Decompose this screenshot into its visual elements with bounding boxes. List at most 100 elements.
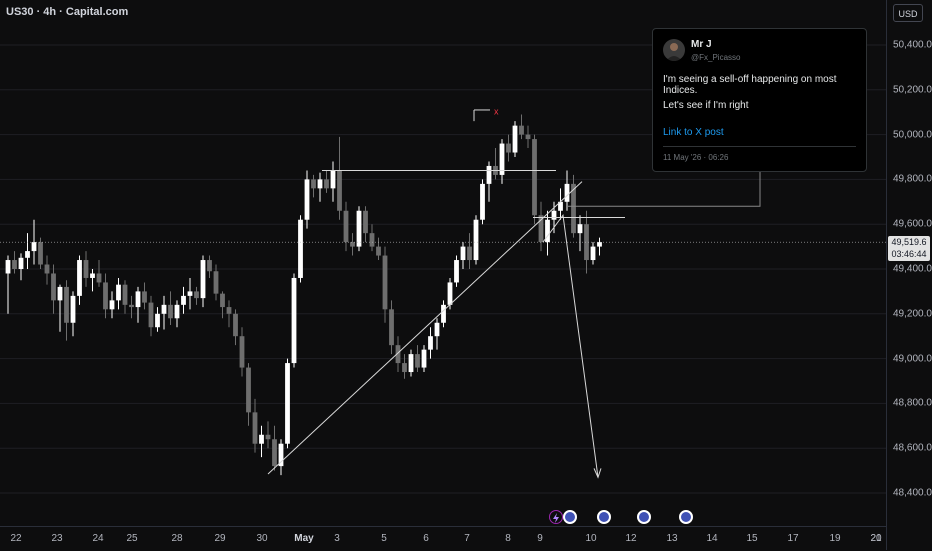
trendline[interactable] bbox=[267, 181, 583, 475]
candle bbox=[558, 188, 563, 220]
price-tick-label: 50,400.0 bbox=[893, 39, 932, 51]
tweet-author-handle: @Fx_Picasso bbox=[691, 53, 741, 62]
candle bbox=[337, 136, 342, 220]
price-tick-label: 49,600.0 bbox=[893, 218, 932, 230]
price-tick-label: 49,000.0 bbox=[893, 353, 932, 365]
candle bbox=[5, 255, 11, 314]
time-tick-label: 14 bbox=[706, 533, 718, 544]
time-tick-label: 13 bbox=[666, 533, 678, 544]
candle bbox=[252, 398, 258, 453]
time-tick-label: 12 bbox=[625, 533, 637, 544]
candle bbox=[382, 246, 388, 323]
candles bbox=[5, 114, 602, 476]
time-tick-label: 21 bbox=[870, 533, 882, 544]
candle bbox=[135, 286, 141, 323]
candle bbox=[402, 354, 407, 379]
tweet-card[interactable]: Mr J @Fx_Picasso I'm seeing a sell-off h… bbox=[652, 28, 867, 172]
candle bbox=[597, 237, 602, 256]
candle bbox=[454, 255, 459, 287]
candle bbox=[291, 273, 297, 368]
candle bbox=[421, 345, 427, 373]
candle bbox=[506, 134, 511, 162]
time-tick-label: 22 bbox=[10, 533, 22, 544]
candle bbox=[525, 125, 531, 149]
tweet-divider bbox=[663, 146, 856, 147]
candle bbox=[239, 327, 245, 377]
candle bbox=[142, 282, 147, 310]
candle bbox=[265, 421, 271, 449]
candle bbox=[207, 255, 212, 278]
time-axis[interactable]: 22 23 24 25 28 29 30 May 3 5 6 7 8 9 10 12 13 14 15 17 19 20 2… bbox=[0, 526, 886, 551]
candle bbox=[408, 349, 414, 377]
candle bbox=[278, 439, 284, 476]
tweet-link[interactable]: Link to X post bbox=[663, 127, 724, 138]
candle bbox=[246, 363, 251, 426]
tweet-author-name: Mr J bbox=[691, 39, 712, 50]
candle bbox=[486, 161, 492, 202]
candle bbox=[194, 286, 199, 305]
candle bbox=[155, 307, 160, 332]
time-tick-label: 25 bbox=[126, 533, 138, 544]
price-tick-label: 50,200.0 bbox=[893, 84, 932, 96]
candle bbox=[96, 260, 102, 287]
time-tick-label: 23 bbox=[51, 533, 63, 544]
candle bbox=[18, 253, 24, 281]
price-tick-label: 49,800.0 bbox=[893, 173, 932, 185]
candle bbox=[356, 206, 362, 252]
candle bbox=[538, 201, 544, 252]
price-tick-label: 50,000.0 bbox=[893, 129, 932, 141]
candle bbox=[343, 201, 349, 252]
projection-path[interactable] bbox=[542, 213, 599, 478]
candle bbox=[70, 291, 76, 337]
chart-area[interactable]: x US30 · 4h · Capital.com Mr J @Fx_Picas… bbox=[0, 0, 886, 526]
current-price-badge: 49,519.6 03:46:44 bbox=[888, 236, 930, 261]
us-flag-icon[interactable] bbox=[597, 510, 611, 524]
candle bbox=[467, 233, 472, 269]
currency-button[interactable]: USD bbox=[893, 4, 923, 22]
time-tick-label: 7 bbox=[464, 533, 470, 544]
price-axis[interactable]: USD 50,400.0 50,200.0 50,000.0 49,800.0 49,6… bbox=[886, 0, 932, 550]
candle bbox=[57, 284, 63, 332]
candle bbox=[577, 215, 583, 252]
candle bbox=[317, 172, 323, 202]
time-tick-label: 24 bbox=[92, 533, 104, 544]
price-tick-label: 48,600.0 bbox=[893, 442, 932, 454]
candle bbox=[83, 251, 89, 287]
candle bbox=[512, 121, 518, 157]
candle bbox=[376, 237, 381, 261]
time-tick-label: 15 bbox=[746, 533, 758, 544]
candle bbox=[200, 255, 206, 308]
us-flag-icon[interactable] bbox=[563, 510, 577, 524]
lightning-icon[interactable] bbox=[549, 510, 563, 524]
time-tick-label: 6 bbox=[423, 533, 429, 544]
candle bbox=[12, 251, 17, 274]
candle bbox=[369, 224, 375, 252]
symbol-title: US30 · 4h · Capital.com bbox=[6, 6, 129, 18]
candle bbox=[129, 295, 134, 319]
candle bbox=[324, 170, 329, 193]
candle bbox=[415, 345, 420, 373]
candle bbox=[298, 215, 303, 283]
tweet-text-line: I'm seeing a sell-off happening on most … bbox=[663, 74, 837, 96]
price-tick-label: 48,400.0 bbox=[893, 487, 932, 499]
candle bbox=[174, 300, 180, 328]
time-tick-label: 5 bbox=[381, 533, 387, 544]
us-flag-icon[interactable] bbox=[679, 510, 693, 524]
candle bbox=[187, 277, 193, 310]
candle bbox=[259, 425, 264, 458]
candle bbox=[103, 273, 108, 319]
candle bbox=[64, 280, 69, 341]
candle bbox=[161, 295, 167, 330]
price-tick-label: 48,800.0 bbox=[893, 397, 932, 409]
candle bbox=[311, 174, 316, 198]
candle bbox=[428, 327, 433, 359]
candle bbox=[519, 114, 524, 140]
candle bbox=[499, 139, 505, 184]
candle bbox=[181, 286, 186, 314]
candle bbox=[77, 255, 82, 305]
candle bbox=[168, 291, 173, 325]
candle bbox=[460, 242, 466, 269]
us-flag-icon[interactable] bbox=[637, 510, 651, 524]
time-tick-label: 19 bbox=[829, 533, 841, 544]
time-tick-label: 8 bbox=[505, 533, 511, 544]
